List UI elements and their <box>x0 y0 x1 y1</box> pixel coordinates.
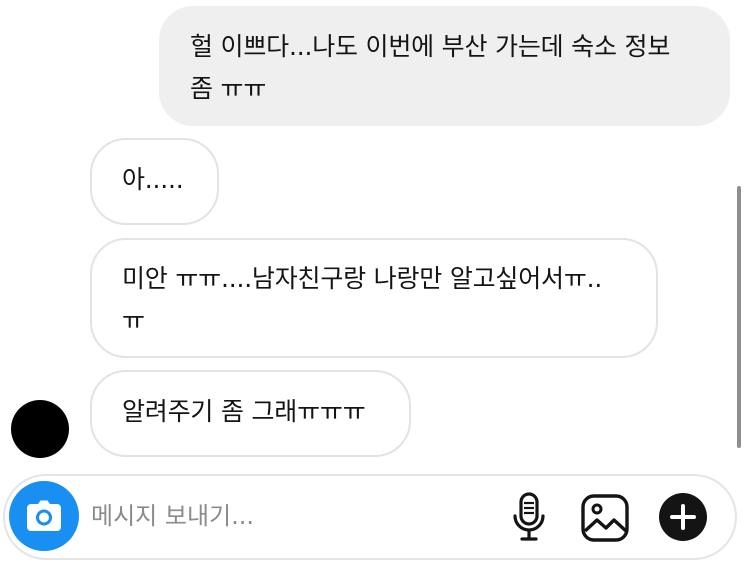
incoming-message-bubble[interactable]: 미안 ㅠㅠ....남자친구랑 나랑만 알고싶어서ㅠ.. ㅠ <box>90 238 658 358</box>
incoming-message-bubble[interactable]: 알려주기 좀 그래ㅠㅠㅠ <box>90 370 411 457</box>
message-text: 알려주기 좀 그래ㅠㅠㅠ <box>122 397 366 426</box>
message-text: 미안 ㅠㅠ....남자친구랑 나랑만 알고싶어서ㅠ.. <box>122 264 603 293</box>
microphone-icon <box>513 492 545 541</box>
message-input[interactable] <box>91 496 421 536</box>
camera-button[interactable] <box>9 481 79 551</box>
scrollbar[interactable] <box>737 186 741 448</box>
message-text: 헐 이쁘다...나도 이번에 부산 가는데 숙소 정보 <box>190 32 671 61</box>
gallery-icon <box>581 494 629 542</box>
message-text: 아..... <box>122 165 184 194</box>
microphone-button[interactable] <box>507 488 551 546</box>
camera-icon <box>27 500 61 531</box>
message-text: ㅠ <box>122 306 145 335</box>
add-button[interactable] <box>656 490 710 544</box>
outgoing-message-bubble[interactable]: 헐 이쁘다...나도 이번에 부산 가는데 숙소 정보 좀 ㅠㅠ <box>159 6 730 126</box>
gallery-button[interactable] <box>578 491 632 545</box>
message-text: 좀 ㅠㅠ <box>190 74 267 103</box>
incoming-message-bubble[interactable]: 아..... <box>90 138 219 225</box>
message-composer <box>3 474 737 560</box>
avatar[interactable] <box>11 400 69 458</box>
plus-icon <box>659 493 707 541</box>
